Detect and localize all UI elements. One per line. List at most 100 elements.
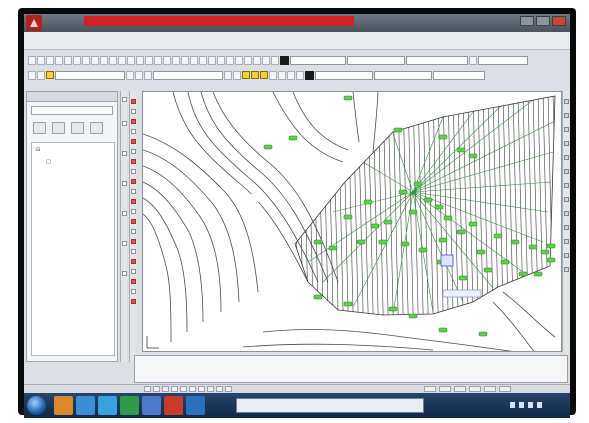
taskbar-clock[interactable] — [544, 398, 566, 413]
menu-item[interactable] — [68, 41, 90, 50]
draw-tool-icon[interactable] — [131, 229, 136, 234]
menu-item[interactable] — [486, 32, 508, 41]
draw-tool-icon[interactable] — [131, 249, 136, 254]
menu-item[interactable] — [200, 32, 222, 41]
toolbar-button[interactable] — [226, 55, 234, 65]
cad-taskbar-icon[interactable] — [164, 396, 183, 415]
menu-item[interactable] — [442, 32, 464, 41]
draw-tool-icon[interactable] — [131, 209, 136, 214]
qp-toggle[interactable] — [225, 386, 232, 392]
strip-icon[interactable] — [122, 271, 127, 276]
palette-tool-icon[interactable] — [33, 122, 46, 134]
menu-item[interactable] — [112, 32, 134, 41]
toolbar-button[interactable] — [82, 55, 90, 65]
menu-item[interactable] — [90, 32, 112, 41]
menu-item[interactable] — [222, 32, 244, 41]
toolbar-button[interactable] — [145, 55, 153, 65]
toolbar-button[interactable] — [233, 70, 241, 80]
toolbar-button[interactable] — [100, 55, 108, 65]
app-taskbar-icon[interactable] — [186, 396, 205, 415]
toolbar-button[interactable] — [127, 55, 135, 65]
layer-name-combo[interactable] — [55, 70, 125, 80]
toolbar-button[interactable] — [287, 70, 295, 80]
linetype-combo-2[interactable] — [315, 70, 373, 80]
toolbar-button[interactable] — [262, 55, 270, 65]
menu-item[interactable] — [112, 41, 134, 50]
menu-item[interactable] — [90, 41, 112, 50]
menu-item[interactable] — [420, 32, 442, 41]
toolbar-button[interactable] — [208, 55, 216, 65]
draw-tool-icon[interactable] — [131, 169, 136, 174]
right-tool-icon[interactable] — [564, 141, 569, 146]
contour-drawing[interactable] — [143, 92, 562, 352]
right-tool-icon[interactable] — [564, 127, 569, 132]
command-window[interactable] — [134, 355, 568, 383]
toolbar-button[interactable] — [253, 55, 261, 65]
toolbar-button[interactable] — [64, 55, 72, 65]
palette-tool-icon[interactable] — [71, 122, 84, 134]
menu-item[interactable] — [134, 32, 156, 41]
toolbar-button[interactable] — [269, 70, 277, 80]
right-tool-icon[interactable] — [564, 253, 569, 258]
toolbar-button[interactable] — [296, 70, 304, 80]
strip-icon[interactable] — [122, 241, 127, 246]
toolbar-button[interactable] — [217, 55, 225, 65]
toolbar-button[interactable] — [181, 55, 189, 65]
right-tool-icon[interactable] — [564, 239, 569, 244]
network-icon[interactable] — [519, 402, 524, 408]
draw-tool-icon[interactable] — [131, 149, 136, 154]
volume-icon[interactable] — [528, 402, 533, 408]
right-tool-icon[interactable] — [564, 197, 569, 202]
toolbar-button[interactable] — [235, 55, 243, 65]
toolbar-button[interactable] — [55, 55, 63, 65]
toolbar-button[interactable] — [271, 55, 279, 65]
plot-style-combo[interactable] — [478, 55, 528, 65]
menu-item[interactable] — [46, 41, 68, 50]
toolbar-button[interactable] — [154, 55, 162, 65]
draw-tool-icon[interactable] — [131, 139, 136, 144]
right-tool-icon[interactable] — [564, 155, 569, 160]
app-logo-icon[interactable] — [26, 15, 42, 31]
app-taskbar-icon[interactable] — [98, 396, 117, 415]
sun-icon[interactable] — [242, 71, 250, 79]
right-tool-icon[interactable] — [564, 225, 569, 230]
lineweight-combo[interactable] — [374, 70, 432, 80]
draw-tool-icon[interactable] — [131, 239, 136, 244]
menu-item[interactable] — [398, 32, 420, 41]
app-taskbar-icon[interactable] — [142, 396, 161, 415]
menu-item[interactable] — [244, 32, 266, 41]
strip-icon[interactable] — [122, 181, 127, 186]
color-swatch-icon[interactable] — [260, 71, 268, 79]
toolbar-button[interactable] — [37, 70, 45, 80]
draw-tool-icon[interactable] — [131, 159, 136, 164]
linetype-combo[interactable] — [347, 55, 405, 65]
snap-toggle[interactable] — [144, 386, 151, 392]
right-tool-icon[interactable] — [564, 113, 569, 118]
palette-tool-icon[interactable] — [52, 122, 65, 134]
draw-tool-icon[interactable] — [131, 189, 136, 194]
menu-item[interactable] — [332, 32, 354, 41]
draw-tool-icon[interactable] — [131, 129, 136, 134]
menu-item[interactable] — [508, 32, 530, 41]
draw-tool-icon[interactable] — [131, 199, 136, 204]
toolbar-button[interactable] — [46, 55, 54, 65]
workspace-switch[interactable] — [469, 386, 481, 392]
tree-expand-icon[interactable]: ⊟ — [36, 147, 40, 153]
lock-toggle[interactable] — [484, 386, 496, 392]
explorer-taskbar-icon[interactable] — [54, 396, 73, 415]
style-combo[interactable] — [406, 55, 468, 65]
toolbar-button[interactable] — [136, 55, 144, 65]
toolbar-button[interactable] — [172, 55, 180, 65]
strip-icon[interactable] — [122, 121, 127, 126]
layer-combo[interactable] — [290, 55, 346, 65]
toolbar-button[interactable] — [126, 70, 134, 80]
menu-item[interactable] — [156, 32, 178, 41]
maximize-button[interactable] — [536, 16, 550, 26]
minimize-button[interactable] — [520, 16, 534, 26]
browser-taskbar-icon[interactable] — [76, 396, 95, 415]
toolbar-button[interactable] — [28, 55, 36, 65]
toolbar-button[interactable] — [199, 55, 207, 65]
draw-tool-icon[interactable] — [131, 109, 136, 114]
menu-item[interactable] — [530, 32, 552, 41]
draw-tool-icon[interactable] — [131, 99, 136, 104]
